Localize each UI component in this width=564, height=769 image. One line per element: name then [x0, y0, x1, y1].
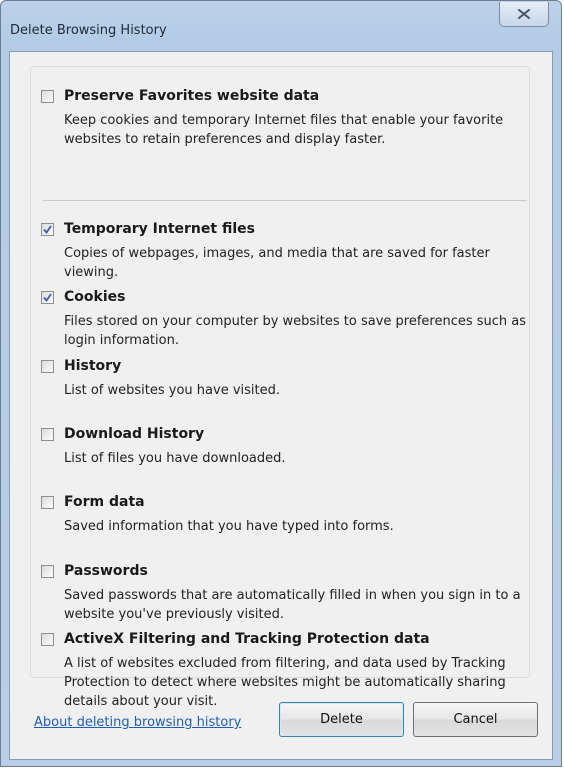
close-x-icon [518, 9, 530, 19]
option-description: Saved passwords that are automatically f… [64, 588, 521, 622]
option-description: Files stored on your computer by website… [64, 314, 527, 348]
option-description: Copies of webpages, images, and media th… [64, 246, 490, 280]
option-label[interactable]: Download History [64, 426, 204, 442]
dialog-title: Delete Browsing History [10, 23, 167, 38]
checkbox-cookies[interactable] [41, 291, 54, 304]
checkmark-icon [43, 225, 52, 234]
separator [43, 200, 527, 201]
delete-button[interactable]: Delete [279, 702, 404, 737]
checkbox-activex-tracking-protection[interactable] [41, 633, 54, 646]
option-description: List of websites you have visited. [64, 383, 281, 398]
option-label[interactable]: Temporary Internet files [64, 221, 255, 237]
option-label[interactable]: History [64, 358, 121, 374]
option-label[interactable]: Cookies [64, 289, 125, 305]
checkmark-icon [43, 293, 52, 302]
option-label[interactable]: ActiveX Filtering and Tracking Protectio… [64, 631, 430, 647]
delete-browsing-history-dialog: Delete Browsing History Preserve Favorit… [0, 0, 562, 767]
option-description: Saved information that you have typed in… [64, 519, 394, 534]
cancel-button[interactable]: Cancel [413, 702, 538, 737]
title-bar: Delete Browsing History [1, 1, 561, 51]
option-description: List of files you have downloaded. [64, 451, 286, 466]
checkbox-history[interactable] [41, 360, 54, 373]
option-label[interactable]: Passwords [64, 563, 148, 579]
option-label[interactable]: Form data [64, 494, 145, 510]
checkbox-form-data[interactable] [41, 496, 54, 509]
dialog-body: Preserve Favorites website data Keep coo… [9, 51, 553, 760]
option-label[interactable]: Preserve Favorites website data [64, 88, 319, 104]
close-button[interactable] [499, 2, 549, 27]
checkbox-preserve-favorites[interactable] [41, 90, 54, 103]
option-description: Keep cookies and temporary Internet file… [64, 113, 504, 147]
checkbox-passwords[interactable] [41, 565, 54, 578]
checkbox-download-history[interactable] [41, 428, 54, 441]
about-deleting-history-link[interactable]: About deleting browsing history [34, 715, 241, 730]
checkbox-temporary-internet-files[interactable] [41, 223, 54, 236]
options-group: Preserve Favorites website data Keep coo… [30, 66, 530, 709]
